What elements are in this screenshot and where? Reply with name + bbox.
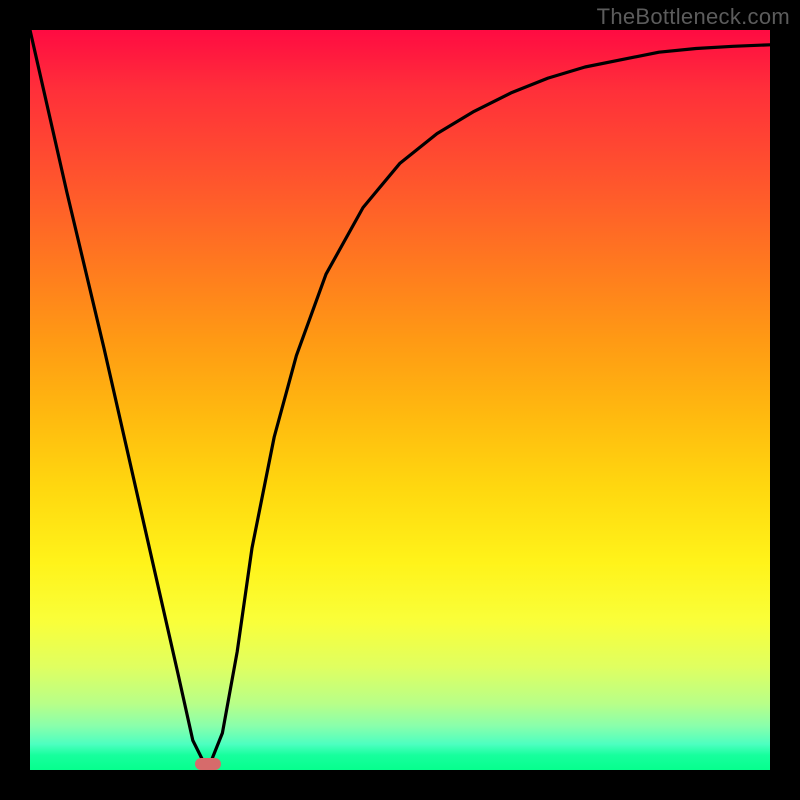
bottleneck-curve: [30, 30, 770, 770]
chart-frame: TheBottleneck.com: [0, 0, 800, 800]
watermark-text: TheBottleneck.com: [597, 4, 790, 30]
optimal-marker: [195, 758, 221, 770]
plot-area: [30, 30, 770, 770]
